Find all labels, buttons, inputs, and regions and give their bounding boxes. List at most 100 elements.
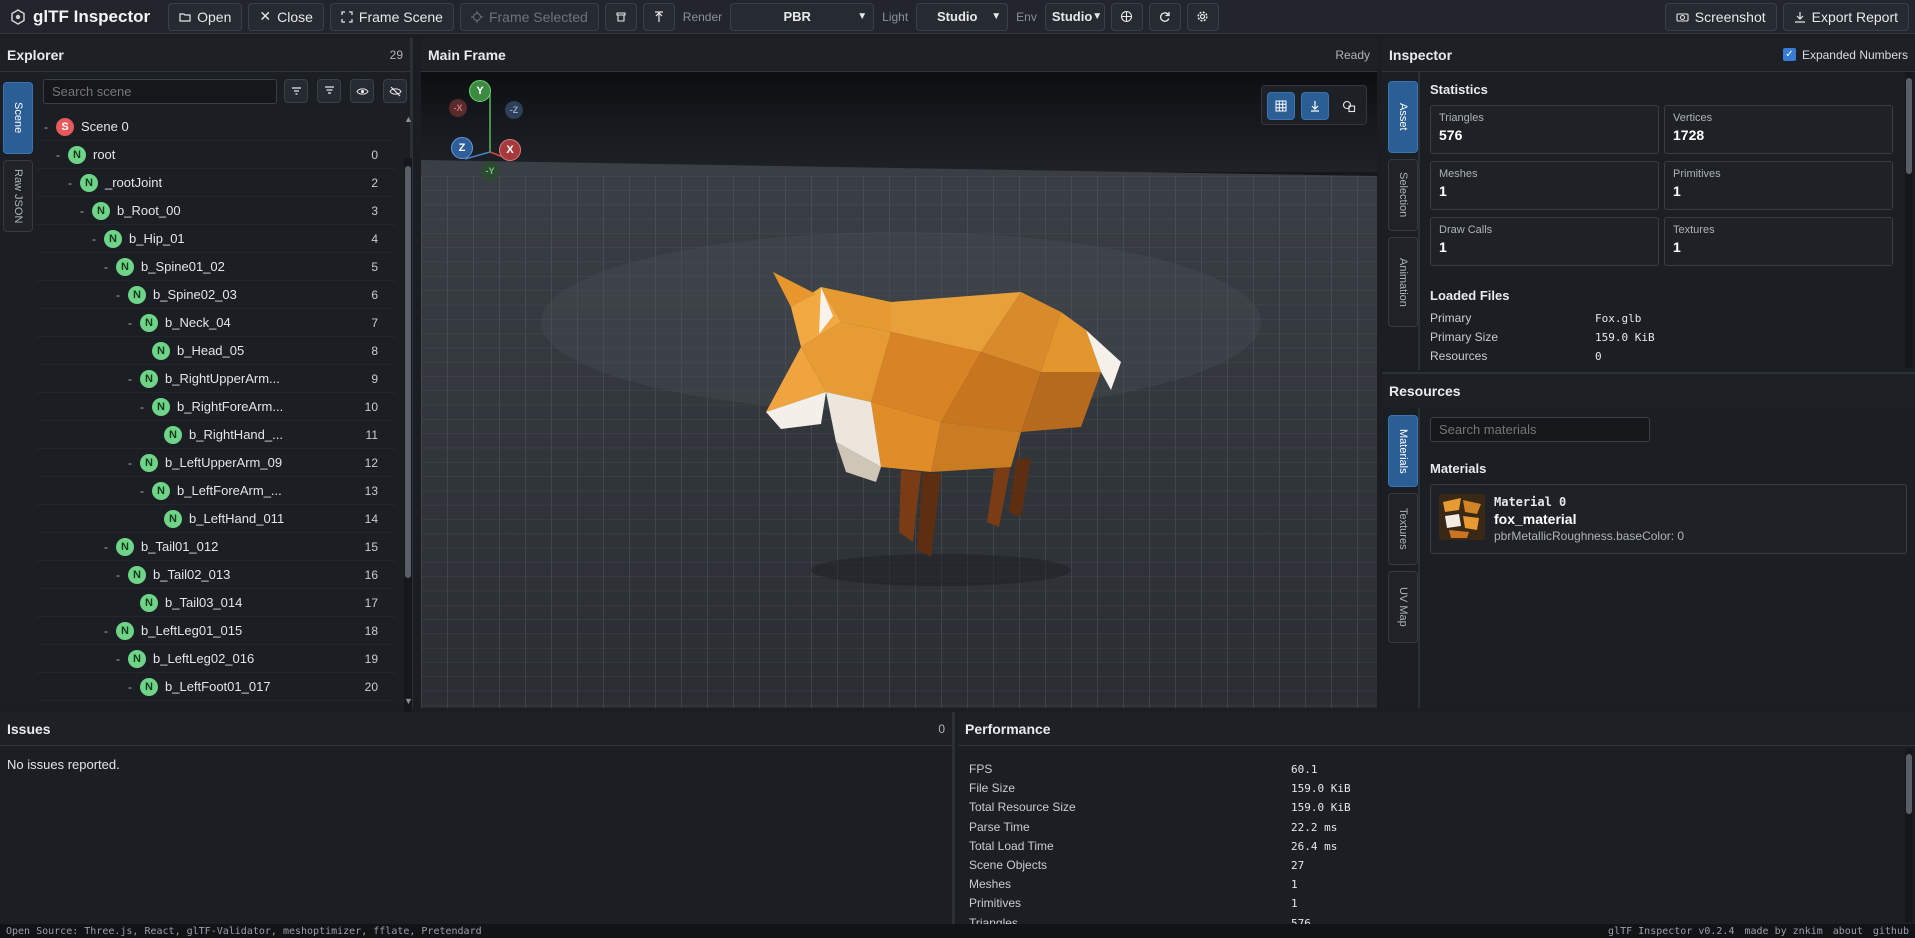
scrollbar-thumb[interactable] <box>1906 78 1912 174</box>
gizmo-x-icon[interactable]: X <box>499 139 521 161</box>
scrollbar-thumb[interactable] <box>405 166 411 578</box>
grid-toggle-button[interactable] <box>1267 92 1295 120</box>
gizmo-neg-x-icon[interactable]: -X <box>449 99 467 117</box>
ground-toggle-button[interactable] <box>1301 92 1329 120</box>
tab-scene[interactable]: Scene <box>3 82 33 154</box>
materials-search-input[interactable] <box>1430 417 1650 442</box>
material-card[interactable]: Material 0 fox_material pbrMetallicRough… <box>1430 484 1907 554</box>
tree-row[interactable]: - Nb_RightForeArm... 10 <box>36 393 396 421</box>
tree-expander[interactable]: - <box>124 316 136 330</box>
tree-row[interactable]: - Nb_Spine02_03 6 <box>36 281 396 309</box>
tree-row[interactable]: - Nb_Neck_04 7 <box>36 309 396 337</box>
tree-row[interactable]: - Nb_Tail01_012 15 <box>36 533 396 561</box>
close-label: Close <box>277 8 313 25</box>
tab-textures[interactable]: Textures <box>1388 493 1418 565</box>
performance-scrollbar[interactable] <box>1905 748 1913 922</box>
tree-expander[interactable]: - <box>136 484 148 498</box>
viewport-canvas[interactable] <box>421 72 1377 708</box>
tab-asset[interactable]: Asset <box>1388 81 1418 153</box>
tree-row[interactable]: Nb_RightHand_... 11 <box>36 421 396 449</box>
tree-expander[interactable]: - <box>40 120 52 134</box>
tab-uv-map-label: UV Map <box>1397 587 1409 627</box>
export-report-button[interactable]: Export Report <box>1782 2 1909 31</box>
tree-row[interactable]: - Nb_LeftForeArm_... 13 <box>36 477 396 505</box>
scrollbar-thumb[interactable] <box>1906 754 1912 814</box>
tree-node-label: b_RightHand_... <box>189 427 283 442</box>
tab-selection[interactable]: Selection <box>1388 159 1418 231</box>
open-button[interactable]: Open <box>168 2 243 31</box>
tree-expander[interactable]: - <box>76 204 88 218</box>
tree-row[interactable]: - N _rootJoint 2 <box>36 169 396 197</box>
tree-expander[interactable]: - <box>64 176 76 190</box>
gizmo-neg-y-icon[interactable]: -Y <box>481 162 499 180</box>
tree-expander[interactable]: - <box>124 680 136 694</box>
tree-row[interactable]: - Nb_Tail02_013 16 <box>36 561 396 589</box>
tree-expander[interactable]: - <box>112 652 124 666</box>
tree-expander[interactable]: - <box>136 400 148 414</box>
node-badge-icon: N <box>116 537 134 556</box>
up-axis-button[interactable] <box>642 2 675 31</box>
tab-uv-map[interactable]: UV Map <box>1388 571 1418 643</box>
collapse-all-button[interactable] <box>284 79 308 103</box>
gizmo-y-icon[interactable]: Y <box>469 80 491 102</box>
resources-divider <box>1418 408 1420 708</box>
inspector-scrollbar[interactable] <box>1905 72 1913 368</box>
tree-expander[interactable]: - <box>100 624 112 638</box>
tree-row[interactable]: - Nb_LeftLeg02_016 19 <box>36 645 396 673</box>
frame-selected-button[interactable]: Frame Selected <box>459 2 599 31</box>
tree-row[interactable]: - Nb_Root_00 3 <box>36 197 396 225</box>
made-by-link[interactable]: made by znkim <box>1744 926 1822 937</box>
tree-row[interactable]: - S Scene 0 <box>36 113 396 141</box>
tree-row[interactable]: Nb_LeftHand_011 14 <box>36 505 396 533</box>
tree-expander[interactable]: - <box>124 372 136 386</box>
hide-all-button[interactable] <box>383 79 407 103</box>
tab-materials[interactable]: Materials <box>1388 415 1418 487</box>
expand-all-button[interactable] <box>317 79 341 103</box>
tab-raw-json[interactable]: Raw JSON <box>3 160 33 232</box>
refresh-button[interactable] <box>1148 2 1181 31</box>
tree-expander[interactable]: - <box>124 456 136 470</box>
env-select[interactable]: Studio ▼ <box>1044 2 1105 31</box>
eye-icon <box>355 87 369 96</box>
tree-scrollbar[interactable] <box>404 158 412 733</box>
tree-row[interactable]: - Nb_Spine01_02 5 <box>36 253 396 281</box>
tree-expander[interactable]: - <box>112 568 124 582</box>
tree-expander[interactable]: - <box>112 288 124 302</box>
effects-toggle-button[interactable] <box>1335 92 1363 120</box>
scroll-down-icon[interactable]: ▼ <box>404 696 413 706</box>
scroll-up-icon[interactable]: ▲ <box>404 114 413 124</box>
globe-button[interactable] <box>1110 2 1143 31</box>
tree-row[interactable]: - Nb_Hip_01 4 <box>36 225 396 253</box>
node-badge-icon: N <box>140 313 158 332</box>
tree-row[interactable]: - Nb_RightUpperArm... 9 <box>36 365 396 393</box>
tree-row[interactable]: Nb_Tail03_014 17 <box>36 589 396 617</box>
tree-row[interactable]: - Nb_LeftUpperArm_09 12 <box>36 449 396 477</box>
about-link[interactable]: about <box>1833 926 1863 937</box>
light-select[interactable]: Studio ▼ <box>916 2 1009 31</box>
tree-expander[interactable]: - <box>52 148 64 162</box>
show-all-button[interactable] <box>350 79 374 103</box>
expanded-numbers-toggle[interactable]: ✓ Expanded Numbers <box>1782 48 1908 62</box>
bounds-toggle-button[interactable] <box>604 2 637 31</box>
tree-row[interactable]: Nb_Head_05 8 <box>36 337 396 365</box>
tree-expander[interactable]: - <box>88 232 100 246</box>
tree-row[interactable]: - Nroot 0 <box>36 141 396 169</box>
tree-node-index: 0 <box>371 147 378 162</box>
close-button[interactable]: ✕ Close <box>248 2 324 31</box>
tree-row[interactable]: - Nb_LeftFoot01_017 20 <box>36 673 396 701</box>
viewport-panel: Main Frame Ready Y -X -Z Z X -Y <box>421 38 1377 708</box>
tab-animation[interactable]: Animation <box>1388 237 1418 327</box>
gizmo-z-icon[interactable]: Z <box>451 137 473 159</box>
render-select[interactable]: PBR ▼ <box>730 2 875 31</box>
scene-search-input[interactable] <box>43 79 277 104</box>
gizmo-neg-z-icon[interactable]: -Z <box>505 101 523 119</box>
settings-button[interactable] <box>1186 2 1219 31</box>
tree-expander[interactable]: - <box>100 260 112 274</box>
checkbox-checked-icon[interactable]: ✓ <box>1782 48 1796 61</box>
frame-scene-button[interactable]: Frame Scene <box>329 2 454 31</box>
tree-expander[interactable]: - <box>100 540 112 554</box>
github-link[interactable]: github <box>1873 926 1909 937</box>
loaded-file-value: 0 <box>1595 350 1602 363</box>
tree-row[interactable]: - Nb_LeftLeg01_015 18 <box>36 617 396 645</box>
screenshot-button[interactable]: Screenshot <box>1664 2 1777 31</box>
